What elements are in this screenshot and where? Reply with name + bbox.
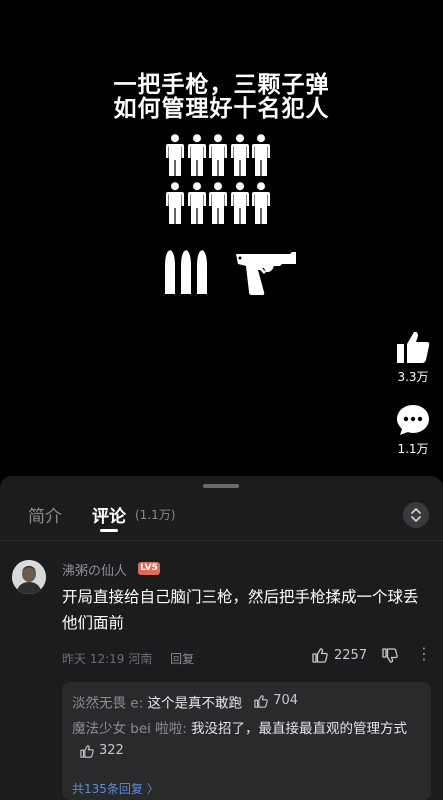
reply-username[interactable]: 魔法少女 bei 啦啦:	[72, 721, 187, 737]
chat-bubble-icon	[397, 405, 429, 435]
chevron-updown-icon	[411, 508, 421, 522]
view-more-replies-link[interactable]: 共135条回复 〉	[72, 780, 159, 797]
reply-item[interactable]: 魔法少女 bei 啦啦: 我没招了，最直接最直观的管理方式 322	[72, 718, 422, 765]
person-icon	[166, 134, 184, 176]
video-title-line-1: 一把手枪，三颗子弹	[113, 72, 330, 98]
comment-location: 河南	[128, 652, 153, 666]
video-title-line-2: 如何管理好十名犯人	[113, 96, 330, 122]
reply-text: 我没招了，最直接最直观的管理方式	[186, 721, 408, 737]
comment-sheet: 简介 评论 (1.1万) 沸粥の仙人 LV5 开局直接给自己脑门三枪，然后把手枪…	[0, 476, 443, 800]
active-tab-indicator	[100, 529, 118, 532]
prisoner-row-2	[166, 182, 270, 224]
avatar[interactable]	[12, 560, 46, 594]
thumbs-up-icon	[80, 744, 94, 758]
bullet-icon	[165, 250, 175, 294]
comment-time: 昨天 12:19	[62, 652, 125, 666]
person-icon	[187, 134, 206, 176]
comment-text[interactable]: 开局直接给自己脑门三枪，然后把手枪揉成一个球丢他们面前	[62, 584, 432, 636]
person-icon	[166, 182, 184, 224]
reply-username[interactable]: 淡然无畏 e:	[72, 696, 143, 712]
dislike-icon	[382, 648, 398, 663]
reply-text: 这个是真不敢跑	[143, 695, 242, 712]
like-count: 3.3万	[397, 370, 429, 384]
comment-username[interactable]: 沸粥の仙人	[62, 560, 127, 579]
comment-like-count: 2257	[334, 648, 368, 663]
bullet-icon	[197, 250, 207, 294]
person-icon	[209, 182, 227, 224]
comment-meta: 昨天 12:19 河南 回复	[62, 650, 194, 667]
reply-like-button[interactable]: 704	[254, 690, 298, 712]
pistol-icon	[236, 252, 296, 295]
person-icon	[252, 134, 270, 176]
reply-like-count: 704	[273, 693, 299, 708]
person-icon	[187, 182, 206, 224]
comments-tab-count: (1.1万)	[135, 508, 176, 522]
thumbs-up-icon	[397, 331, 430, 363]
sheet-grabber[interactable]	[203, 484, 239, 488]
comment-count: 1.1万	[397, 442, 429, 456]
collapse-button[interactable]	[403, 502, 429, 528]
comment-like-button[interactable]: 2257	[312, 648, 367, 663]
person-icon	[230, 182, 249, 224]
thumbs-up-icon	[312, 648, 328, 663]
prisoner-row-1	[166, 134, 270, 176]
bullets-graphic	[165, 250, 207, 294]
reply-thread: 淡然无畏 e: 这个是真不敢跑 704 魔法少女 bei 啦啦: 我没招了，最直…	[62, 682, 431, 800]
reply-button[interactable]: 回复	[170, 652, 194, 666]
bullet-icon	[181, 250, 191, 294]
person-icon	[230, 134, 249, 176]
tab-comments[interactable]: 评论	[92, 502, 126, 527]
tabs-divider	[0, 540, 443, 541]
person-icon	[209, 134, 227, 176]
reply-like-count: 322	[99, 743, 124, 758]
reply-item[interactable]: 淡然无畏 e: 这个是真不敢跑 704	[72, 690, 298, 715]
avatar-image	[12, 560, 46, 594]
tab-intro[interactable]: 简介	[28, 502, 62, 527]
level-badge: LV5	[138, 562, 160, 575]
video-frame[interactable]: 一把手枪，三颗子弹 如何管理好十名犯人 3.3万 1.1万	[0, 0, 443, 478]
person-icon	[252, 182, 270, 224]
thumbs-up-icon	[254, 694, 268, 708]
sheet-tabs: 简介 评论 (1.1万)	[0, 498, 443, 532]
comment-button[interactable]: 1.1万	[391, 404, 435, 457]
like-button[interactable]: 3.3万	[391, 330, 435, 385]
dislike-button[interactable]	[382, 648, 398, 667]
more-icon[interactable]: ⋮	[416, 646, 432, 662]
reply-like-button[interactable]: 322	[80, 740, 124, 762]
